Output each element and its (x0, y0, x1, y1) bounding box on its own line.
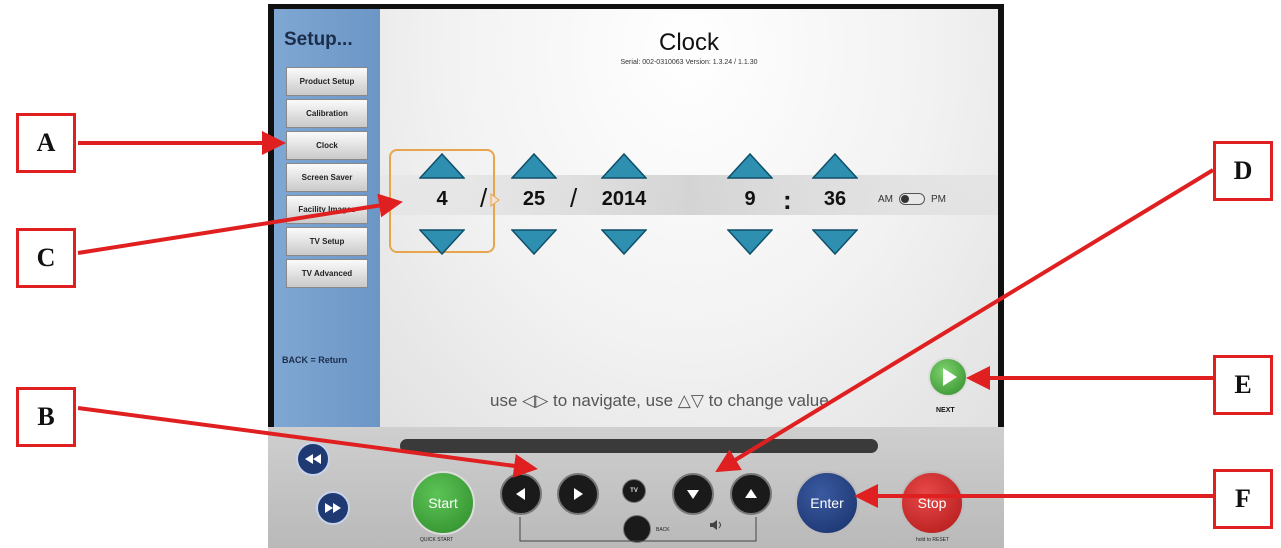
arrow-d (715, 168, 1215, 473)
callout-arrows (77, 131, 1215, 508)
arrow-b (77, 406, 538, 478)
arrow-c (77, 193, 403, 255)
